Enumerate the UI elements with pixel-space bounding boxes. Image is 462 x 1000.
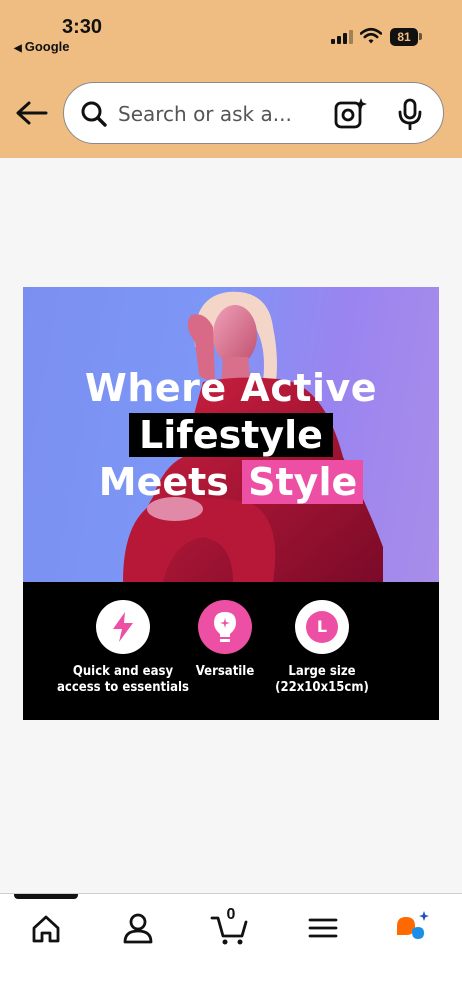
search-bar[interactable]: [63, 82, 444, 144]
size-l-icon: L: [295, 600, 349, 654]
headline-line-3: Meets Style: [23, 459, 439, 505]
back-to-app-link[interactable]: ◀ Google: [14, 39, 69, 54]
cart-count: 0: [226, 906, 236, 923]
feature-label: Large size (22x10x15cm): [275, 664, 369, 695]
lightbulb-icon: [198, 600, 252, 654]
headline-line-3-b: Style: [242, 460, 364, 504]
headline-line-2: Lifestyle: [129, 413, 333, 457]
headline-line-1: Where Active: [84, 366, 378, 410]
search-input[interactable]: [118, 97, 328, 131]
search-icon: [81, 101, 107, 127]
bottom-tab-bar: 0: [0, 893, 462, 1000]
home-icon[interactable]: [26, 908, 66, 948]
app-header: 3:30 ◀ Google 81: [0, 0, 462, 158]
cart-button[interactable]: 0: [210, 906, 250, 948]
headline-line-3-a: Meets: [98, 460, 229, 504]
product-image[interactable]: Where Active Lifestyle Meets Style Quick…: [23, 287, 439, 720]
back-app-label: Google: [24, 39, 70, 54]
battery-indicator: 81: [390, 28, 418, 46]
model-photo: Where Active Lifestyle Meets Style: [23, 287, 439, 582]
size-letter: L: [306, 611, 338, 643]
account-icon[interactable]: [118, 908, 158, 948]
feature-large-size: L Large size (22x10x15cm): [247, 600, 397, 696]
rufus-icon[interactable]: [393, 908, 433, 948]
headline: Where Active Lifestyle Meets Style: [23, 365, 439, 505]
feature-strip: Quick and easy access to essentials Vers…: [23, 582, 439, 720]
battery-tip: [419, 33, 422, 40]
lightning-icon: [96, 600, 150, 654]
menu-icon[interactable]: [303, 908, 343, 948]
back-arrow-icon[interactable]: [14, 98, 50, 128]
status-bar: 3:30 ◀ Google 81: [0, 0, 462, 70]
camera-lens-icon[interactable]: [334, 97, 368, 129]
active-tab-indicator: [14, 894, 78, 899]
back-triangle-icon: ◀: [14, 43, 22, 54]
cellular-signal-icon: [331, 30, 353, 44]
status-time: 3:30: [62, 16, 103, 38]
wifi-icon: [360, 27, 382, 44]
microphone-icon[interactable]: [397, 98, 423, 130]
